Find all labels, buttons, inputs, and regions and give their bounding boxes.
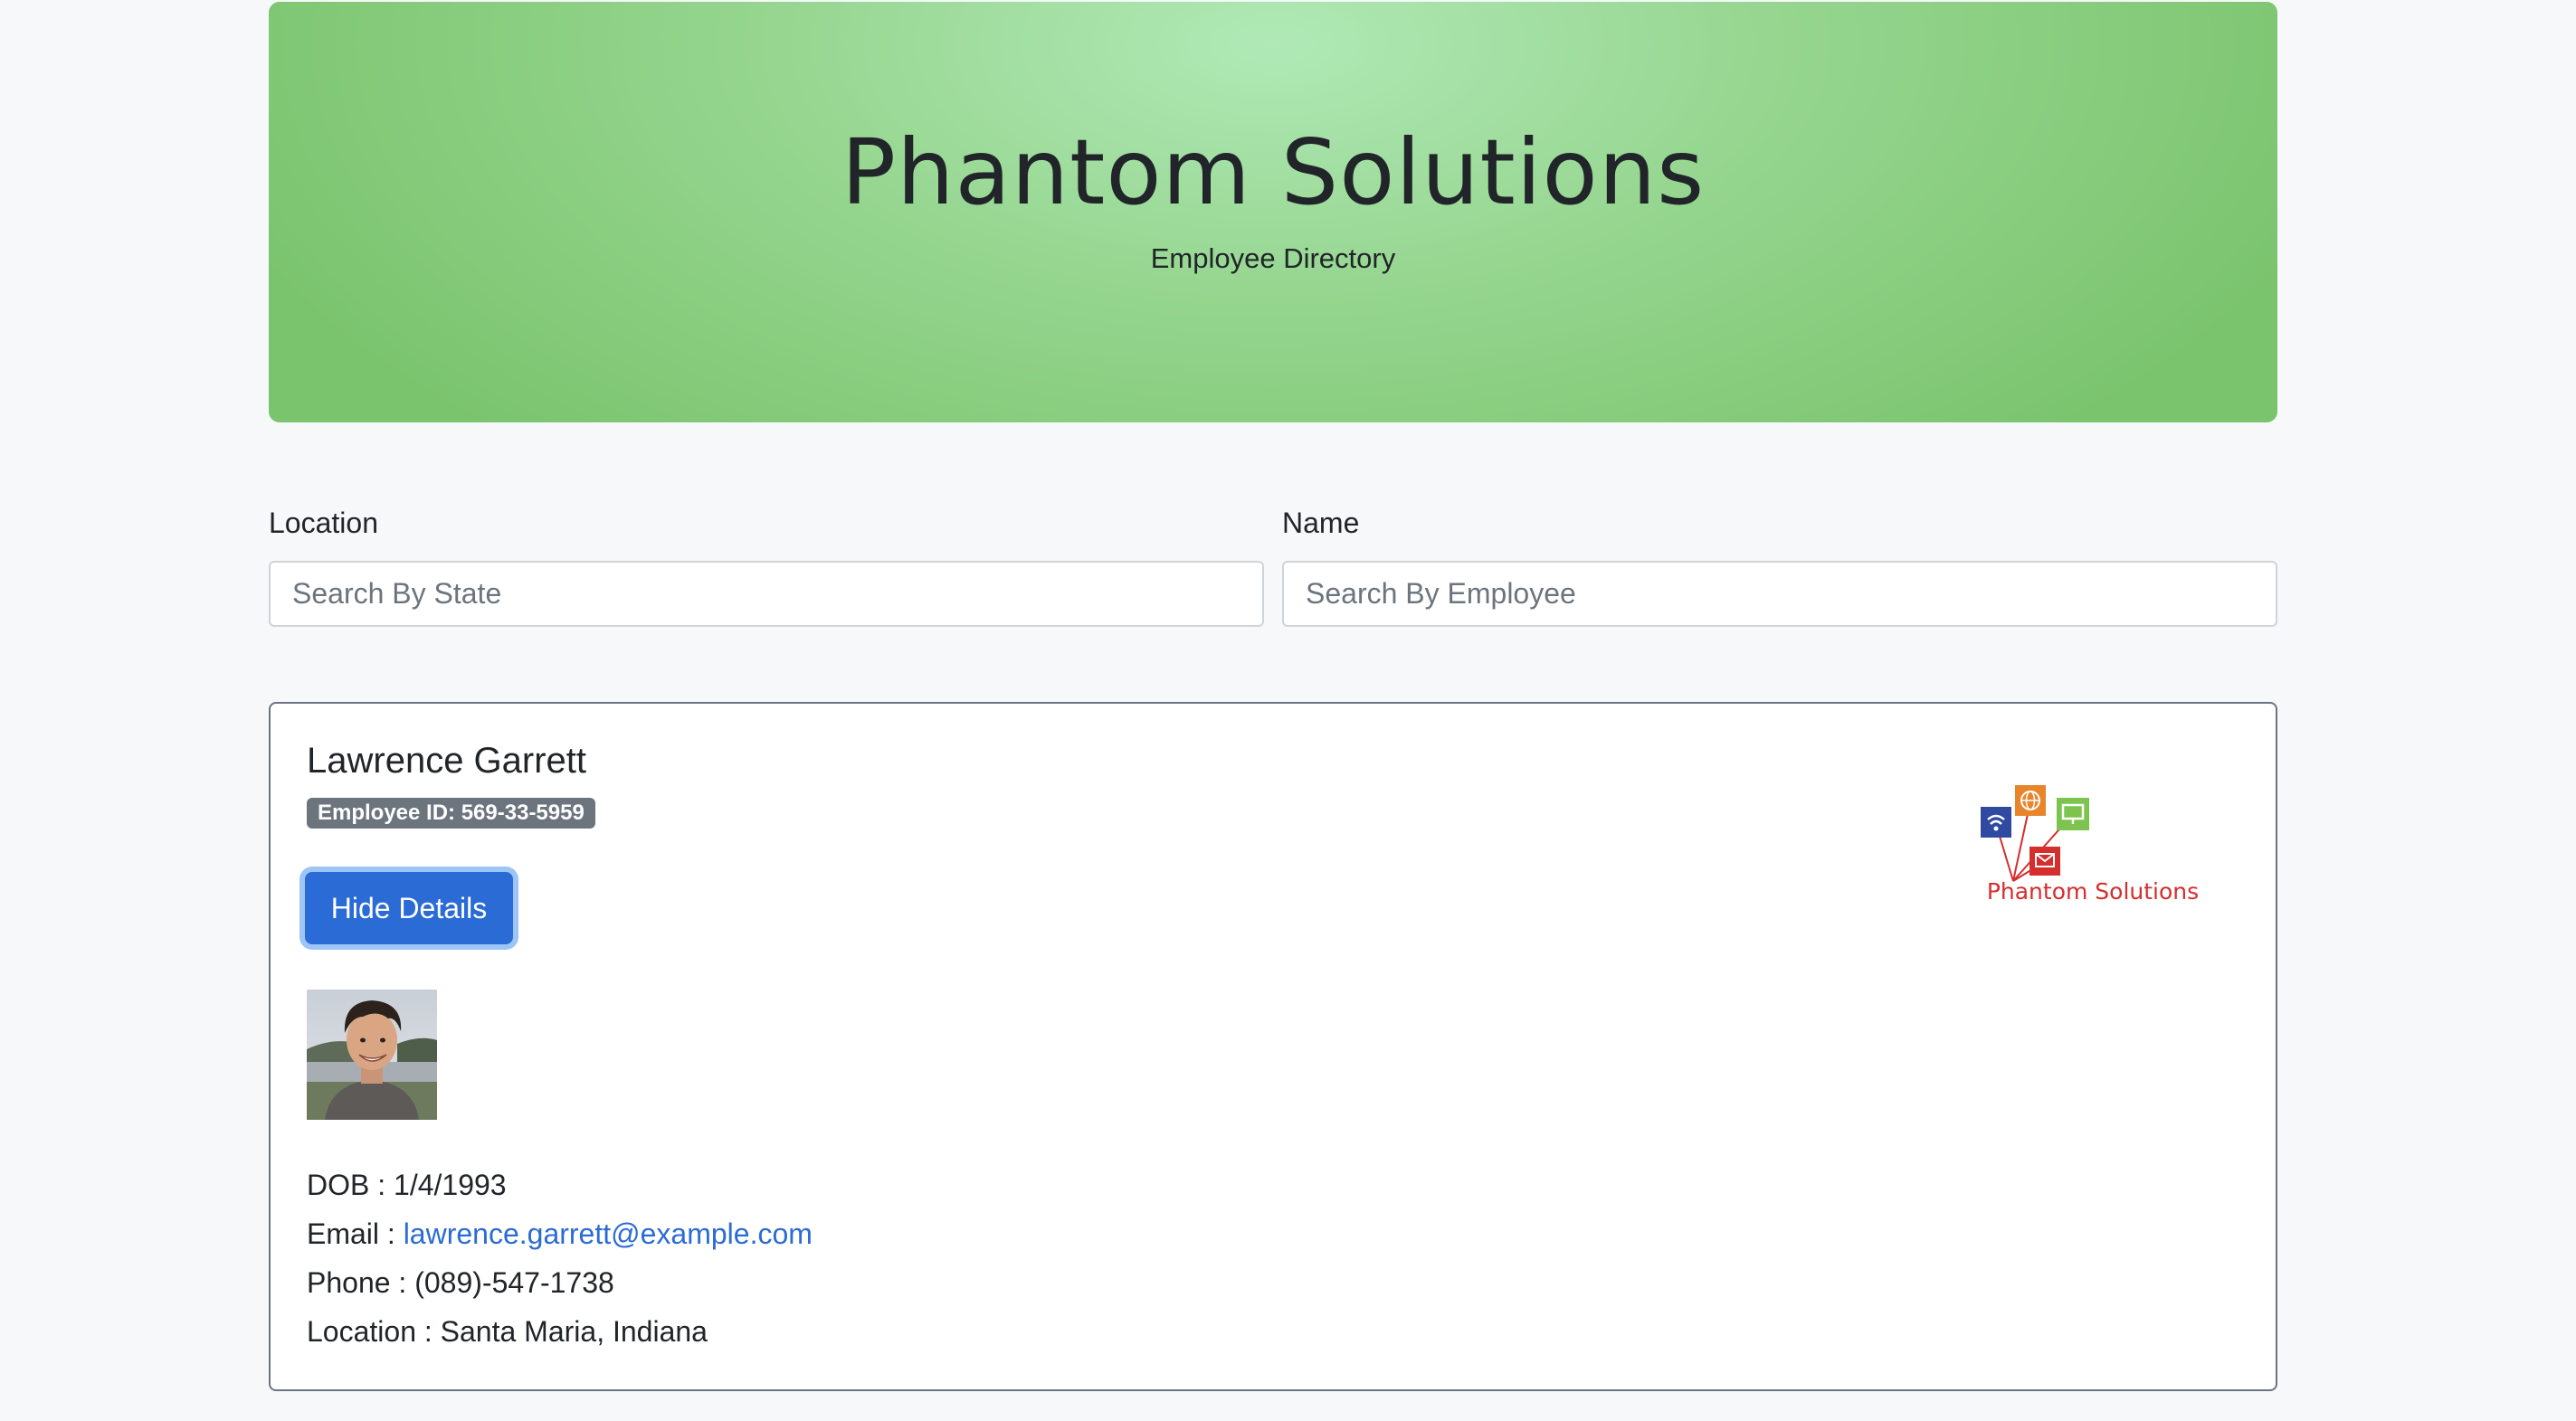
location-value: Santa Maria, Indiana: [440, 1315, 708, 1348]
location-line: Location : Santa Maria, Indiana: [307, 1313, 708, 1350]
company-logo: Phantom Solutions: [1975, 782, 2210, 908]
employee-name: Lawrence Garrett: [307, 741, 587, 781]
email-label: Email :: [307, 1217, 395, 1250]
hero-banner: Phantom Solutions Employee Directory: [269, 2, 2277, 422]
employee-id-badge: Employee ID: 569-33-5959: [307, 798, 595, 829]
employee-search-input[interactable]: [1282, 561, 2277, 627]
logo-wordmark: Phantom Solutions: [1987, 878, 2199, 905]
dob-label: DOB :: [307, 1169, 386, 1201]
employee-avatar: [307, 990, 437, 1120]
dob-value: 1/4/1993: [394, 1169, 507, 1201]
hide-details-button[interactable]: Hide Details: [305, 872, 513, 944]
location-detail-label: Location :: [307, 1315, 433, 1348]
directory-subtitle: Employee Directory: [1150, 242, 1396, 274]
company-title: Phantom Solutions: [841, 119, 1706, 225]
state-search-input[interactable]: [269, 561, 1264, 627]
employee-card: Lawrence Garrett Employee ID: 569-33-595…: [269, 702, 2277, 1391]
name-label: Name: [1282, 507, 1360, 539]
location-label: Location: [269, 507, 378, 539]
phone-value: (089)-547-1738: [414, 1266, 614, 1299]
email-line: Email : lawrence.garrett@example.com: [307, 1216, 813, 1252]
dob-line: DOB : 1/4/1993: [307, 1167, 507, 1203]
email-link[interactable]: lawrence.garrett@example.com: [404, 1217, 813, 1250]
phone-line: Phone : (089)-547-1738: [307, 1265, 614, 1301]
phone-label: Phone :: [307, 1266, 407, 1299]
